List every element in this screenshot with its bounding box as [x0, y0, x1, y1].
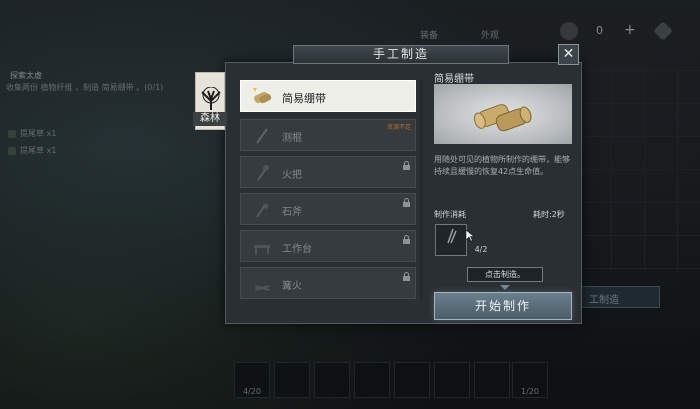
- recipe-label: 测棍: [282, 133, 302, 144]
- axe-icon: [256, 203, 269, 218]
- detail-item-name: 简易绷带: [434, 74, 474, 85]
- material-slot[interactable]: 4/2: [435, 224, 487, 256]
- tooltip-arrow: [500, 285, 510, 290]
- crafting-cost-label: 制作消耗: [434, 210, 466, 219]
- recipe-item-bandage[interactable]: 简易绷带: [240, 80, 416, 112]
- click-to-craft-tooltip: 点击制造。: [467, 267, 543, 282]
- start-crafting-button[interactable]: 开始制作: [434, 292, 572, 320]
- stick-icon: [256, 128, 268, 144]
- recipe-item-torch[interactable]: 火把: [240, 156, 416, 188]
- biome-label: 森林: [193, 112, 227, 126]
- material-count: 4/2: [474, 245, 488, 254]
- lock-icon: [403, 161, 410, 170]
- plant-fiber-icon: [447, 228, 457, 244]
- recipe-item-stone-axe[interactable]: 石斧: [240, 193, 416, 225]
- workbench-icon: [254, 245, 270, 254]
- lock-icon: [403, 235, 410, 244]
- item-description: 用随处可见的植物所制作的绷带，能够持续且缓慢的恢复42点生命值。: [434, 155, 570, 176]
- mouse-cursor-icon: [466, 230, 474, 242]
- recipe-item-workbench[interactable]: 工作台: [240, 230, 416, 262]
- bandage-icon: [473, 104, 532, 132]
- lock-icon: [403, 272, 410, 281]
- tree-icon: [201, 87, 221, 110]
- panel-title: 手工制造: [293, 45, 509, 64]
- recipe-label: 工作台: [282, 244, 312, 255]
- recipe-item-campfire[interactable]: 篝火: [240, 267, 416, 299]
- recipe-label: 火把: [282, 170, 302, 181]
- torch-icon: [257, 165, 269, 181]
- campfire-icon: [254, 285, 270, 291]
- recipe-item-stick[interactable]: 测棍 资源不足: [240, 119, 416, 151]
- recipe-scrollbar[interactable]: [420, 80, 423, 300]
- lock-icon: [403, 198, 410, 207]
- recipe-label: 简易绷带: [282, 92, 326, 105]
- recipe-label: 石斧: [282, 207, 302, 218]
- recipe-label: 篝火: [282, 281, 302, 292]
- bandage-icon: [253, 88, 272, 104]
- close-button[interactable]: ✕: [558, 44, 579, 65]
- item-preview: [434, 84, 572, 144]
- crafting-time-label: 耗时:2秒: [533, 210, 565, 219]
- insufficient-resources-tag: 资源不足: [386, 124, 411, 131]
